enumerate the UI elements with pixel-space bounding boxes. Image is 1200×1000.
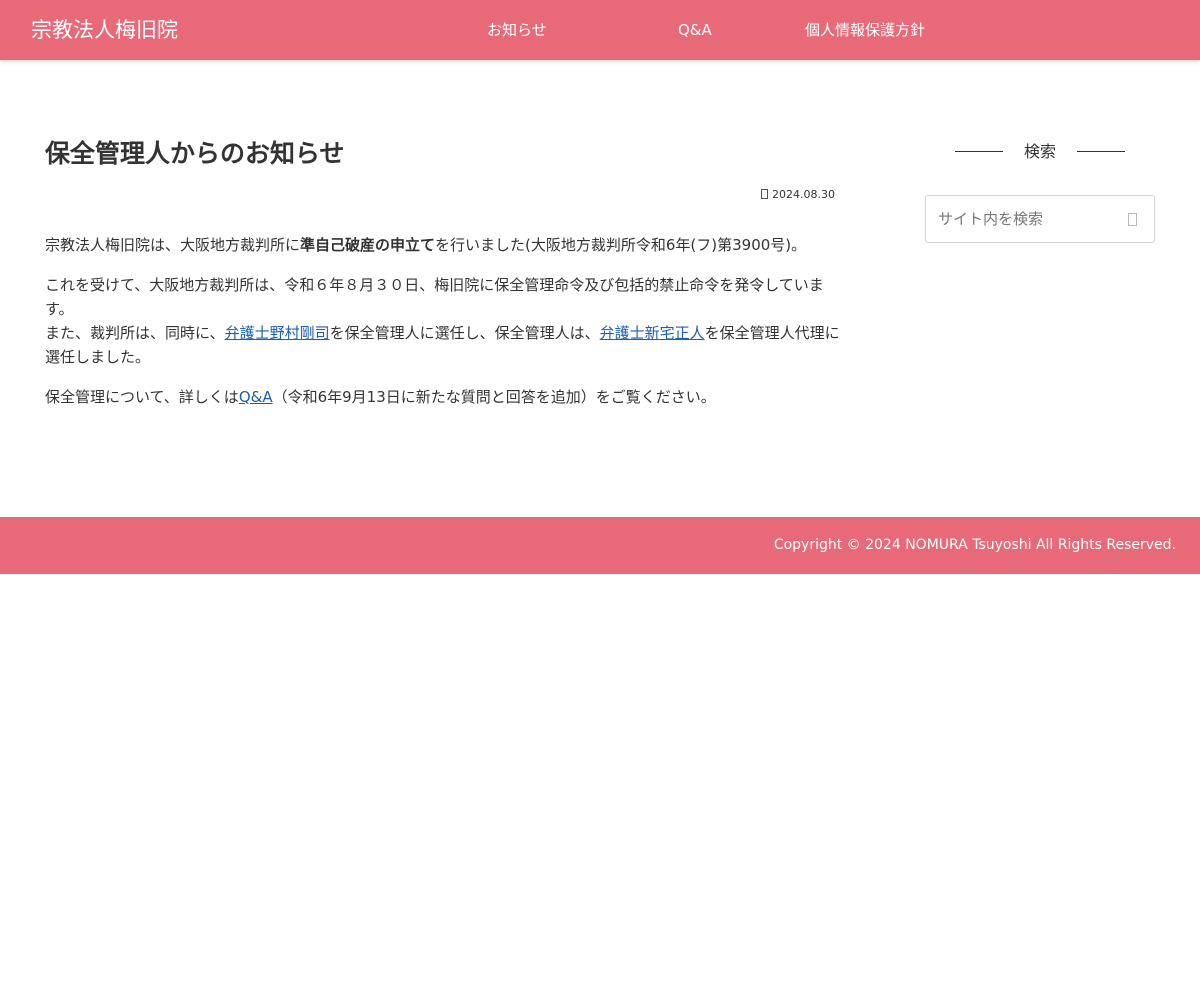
post-date: 2024.08.30 [620, 187, 835, 203]
site-title-link[interactable]: 宗教法人梅旧院 [31, 16, 178, 44]
paragraph-bankruptcy-filing: 宗教法人梅旧院は、大阪地方裁判所に準自己破産の申立てを行いました(大阪地方裁判所… [45, 233, 845, 257]
p2-text-pre: また、裁判所は、同時に、 [45, 324, 225, 342]
search-input[interactable] [926, 196, 1116, 242]
paragraph-preservation-order: これを受けて、大阪地方裁判所は、令和６年８月３０日、梅旧院に保全管理命令及び包括… [45, 273, 845, 369]
site-footer: Copyright © 2024 NOMURA Tsuyoshi All Rig… [0, 517, 1200, 574]
p2-line1: これを受けて、大阪地方裁判所は、令和６年８月３０日、梅旧院に保全管理命令及び包括… [45, 276, 824, 318]
search-form [925, 195, 1155, 243]
clock-icon [761, 189, 769, 199]
p3-text-post: （令和6年9月13日に新たな質問と回答を追加）をご覧ください。 [272, 388, 716, 406]
page-title: 保全管理人からのお知らせ [45, 139, 345, 168]
p2-text-mid: を保全管理人に選任し、保全管理人は、 [329, 324, 600, 342]
article-body: 宗教法人梅旧院は、大阪地方裁判所に準自己破産の申立てを行いました(大阪地方裁判所… [45, 233, 845, 425]
search-widget-title: 検索 [955, 140, 1125, 164]
search-widget-title-text: 検索 [1023, 142, 1056, 161]
post-date-text: 2024.08.30 [772, 188, 835, 201]
paragraph-qa-reference: 保全管理について、詳しくはQ&A（令和6年9月13日に新たな質問と回答を追加）を… [45, 385, 845, 409]
link-lawyer-nomura[interactable]: 弁護士野村剛司 [225, 324, 330, 342]
link-qa[interactable]: Q&A [239, 388, 273, 406]
link-lawyer-shintaku[interactable]: 弁護士新宅正人 [600, 324, 705, 342]
site-header: 宗教法人梅旧院 お知らせ Q&A 個人情報保護方針 [0, 0, 1200, 60]
p1-text-pre: 宗教法人梅旧院は、大阪地方裁判所に [45, 236, 301, 254]
nav-item-qa[interactable]: Q&A [678, 20, 712, 40]
p1-text-post: を行いました(大阪地方裁判所令和6年(フ)第3900号)。 [435, 236, 807, 254]
nav-item-privacy-policy[interactable]: 個人情報保護方針 [805, 20, 925, 40]
p3-text-pre: 保全管理について、詳しくは [45, 388, 239, 406]
p1-emphasis: 準自己破産の申立て [300, 236, 436, 254]
search-button[interactable] [1124, 210, 1144, 230]
search-icon [1128, 213, 1137, 226]
title-divider-right [1077, 151, 1125, 152]
nav-item-news[interactable]: お知らせ [487, 20, 547, 40]
copyright-text: Copyright © 2024 NOMURA Tsuyoshi All Rig… [773, 537, 1176, 553]
